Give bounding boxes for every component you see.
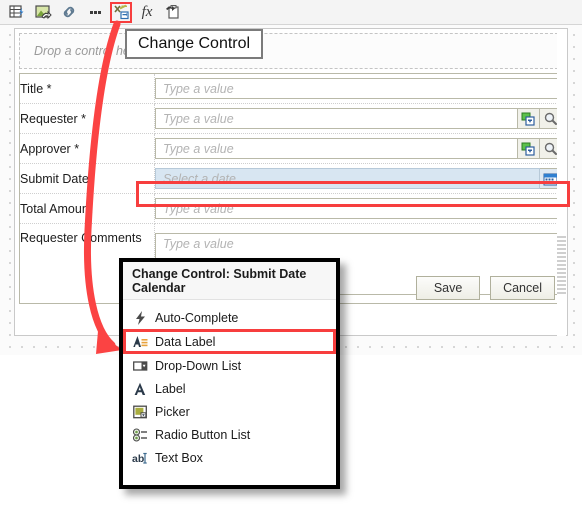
menu-item-data-label[interactable]: Data Label bbox=[123, 329, 336, 354]
table-row: Requester * Type a value bbox=[19, 103, 563, 134]
menu-item-label: Drop-Down List bbox=[155, 358, 242, 373]
paste-icon[interactable] bbox=[162, 2, 184, 23]
total-amount-input[interactable]: Type a value bbox=[155, 198, 562, 219]
context-menu-header: Change Control: Submit Date Calendar bbox=[123, 262, 336, 300]
field-cell: Type a value bbox=[154, 73, 563, 104]
field-cell: Select a date bbox=[154, 163, 563, 194]
field-label: Title * bbox=[19, 73, 155, 104]
change-control-tooltip: Change Control bbox=[125, 29, 264, 59]
formula-icon[interactable]: fx bbox=[136, 2, 158, 23]
people-picker-icon[interactable] bbox=[518, 108, 540, 129]
menu-item-label: Text Box bbox=[155, 450, 203, 465]
field-cell: Type a value bbox=[154, 193, 563, 224]
picker-icon bbox=[131, 405, 150, 419]
menu-item-drop-down-list[interactable]: Drop-Down List bbox=[123, 354, 336, 377]
context-menu-list: Auto-Complete Data Label Drop-Down List … bbox=[123, 300, 336, 485]
field-cell: Type a value bbox=[154, 133, 563, 164]
menu-item-label: Label bbox=[155, 381, 186, 396]
approver-input[interactable]: Type a value bbox=[155, 138, 518, 159]
change-control-context-menu: Change Control: Submit Date Calendar Aut… bbox=[119, 258, 340, 489]
scrollbar-thumb[interactable] bbox=[557, 236, 566, 296]
field-wrapper: Type a value bbox=[155, 78, 562, 99]
toolbar: fx bbox=[0, 0, 582, 25]
drop-down-list-icon bbox=[131, 359, 150, 373]
people-picker-icon[interactable] bbox=[518, 138, 540, 159]
insert-table-icon[interactable] bbox=[6, 2, 28, 23]
data-label-icon bbox=[131, 335, 150, 349]
menu-item-label: Radio Button List bbox=[155, 427, 251, 442]
tooltip-label: Change Control bbox=[138, 35, 251, 52]
menu-item-label: Data Label bbox=[155, 334, 216, 349]
requester-input[interactable]: Type a value bbox=[155, 108, 518, 129]
field-label: Approver * bbox=[19, 133, 155, 164]
save-button[interactable]: Save bbox=[416, 276, 481, 300]
menu-item-text-box[interactable]: ab Text Box bbox=[123, 446, 336, 469]
drop-control-zone[interactable]: Drop a control here bbox=[19, 33, 563, 69]
formula-label: fx bbox=[141, 3, 153, 20]
menu-item-label[interactable]: Label bbox=[123, 377, 336, 400]
submit-date-input[interactable]: Select a date bbox=[155, 168, 540, 189]
svg-text:ab: ab bbox=[132, 453, 144, 465]
change-control-icon[interactable] bbox=[110, 1, 132, 23]
insert-image-icon[interactable] bbox=[32, 2, 54, 23]
table-row: Total Amount Type a value bbox=[19, 193, 563, 224]
field-wrapper: Type a value bbox=[155, 138, 562, 159]
table-row: Title * Type a value bbox=[19, 73, 563, 104]
field-wrapper: Type a value bbox=[155, 198, 562, 219]
cancel-button[interactable]: Cancel bbox=[490, 276, 555, 300]
menu-item-label: Auto-Complete bbox=[155, 310, 239, 325]
hyperlink-icon[interactable] bbox=[58, 2, 80, 23]
menu-item-picker[interactable]: Picker bbox=[123, 400, 336, 423]
title-input[interactable]: Type a value bbox=[155, 78, 562, 99]
table-row: Approver * Type a value bbox=[19, 133, 563, 164]
field-cell: Type a value bbox=[154, 103, 563, 134]
menu-item-label: Picker bbox=[155, 404, 190, 419]
field-label: Requester * bbox=[19, 103, 155, 134]
field-label: Total Amount bbox=[19, 193, 155, 224]
field-label: Submit Date bbox=[19, 163, 155, 194]
table-row-submit-date: Submit Date Select a date bbox=[19, 163, 563, 194]
field-wrapper: Type a value bbox=[155, 108, 562, 129]
lightning-bolt-icon bbox=[131, 310, 150, 325]
menu-item-auto-complete[interactable]: Auto-Complete bbox=[123, 306, 336, 329]
field-wrapper: Select a date bbox=[155, 168, 562, 189]
text-box-icon: ab bbox=[131, 451, 150, 465]
more-options-icon[interactable] bbox=[84, 2, 106, 23]
menu-item-radio-button-list[interactable]: Radio Button List bbox=[123, 423, 336, 446]
vertical-scrollbar[interactable] bbox=[557, 30, 566, 336]
radio-button-list-icon bbox=[131, 427, 150, 442]
label-icon bbox=[131, 382, 150, 396]
